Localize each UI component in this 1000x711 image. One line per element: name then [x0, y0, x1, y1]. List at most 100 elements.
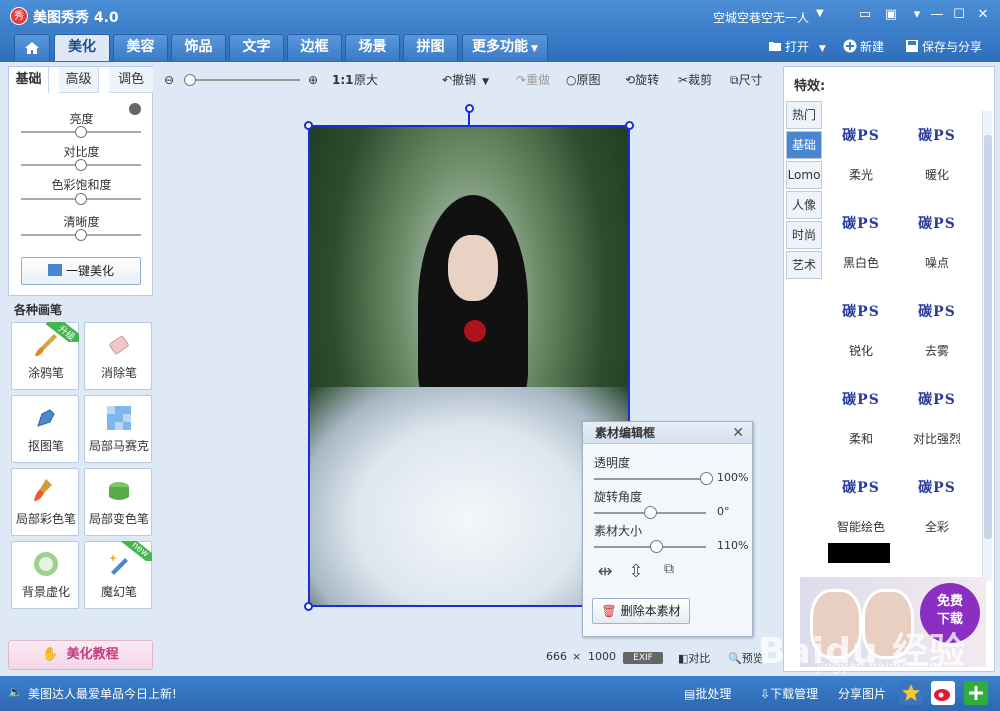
ratio-button[interactable]: 1:1 [332, 72, 354, 88]
maximize-icon[interactable]: ☐ [950, 6, 968, 24]
flip-vertical-icon[interactable]: ⇳ [625, 561, 647, 583]
flip-horizontal-icon[interactable]: ⇹ [594, 561, 616, 583]
user-menu-arrow-icon[interactable]: ▼ [816, 8, 824, 19]
copy-material-icon[interactable]: ⧉ [658, 561, 680, 583]
effect-smart-color[interactable]: 碳PS 智能绘色 [828, 459, 894, 539]
exif-button[interactable]: EXIF [623, 652, 663, 664]
tab-beautify[interactable]: 美化 [54, 34, 110, 61]
category-hot[interactable]: 热门 [786, 101, 822, 129]
close-icon[interactable]: ✕ [732, 425, 744, 441]
tab-more-label: 更多功能 [472, 39, 529, 55]
brush-eraser[interactable]: 消除笔 [84, 322, 152, 390]
star-icon[interactable] [899, 681, 923, 705]
subtab-basic[interactable]: 基础 [9, 67, 49, 93]
tab-text[interactable]: 文字 [229, 34, 284, 61]
share-image-button[interactable]: 分享图片 [838, 685, 886, 702]
close-icon[interactable]: ✕ [974, 6, 992, 24]
undo-button[interactable]: ↶撤销 ▼ [442, 72, 489, 88]
effect-full-color[interactable]: 碳PS 全彩 [904, 459, 970, 539]
resize-handle-tr[interactable] [625, 121, 634, 130]
tab-more[interactable]: 更多功能 ▼ [462, 34, 548, 61]
redo-button[interactable]: ↷重做 [516, 72, 550, 88]
effect-soft[interactable]: 碳PS 柔和 [828, 371, 894, 451]
open-button[interactable]: 打开 ▼ [768, 38, 826, 56]
brightness-knob[interactable] [75, 126, 87, 138]
effect-warm[interactable]: 碳PS 暖化 [904, 107, 970, 187]
compare-button[interactable]: ◧对比 [678, 650, 710, 666]
resize-handle-tl[interactable] [304, 121, 313, 130]
effect-noise[interactable]: 碳PS 噪点 [904, 195, 970, 275]
add-icon[interactable] [964, 681, 988, 705]
effect-soft-light[interactable]: 碳PS 柔光 [828, 107, 894, 187]
effect-black-white[interactable]: 碳PS 黑白色 [828, 195, 894, 275]
category-basic[interactable]: 基础 [786, 131, 822, 159]
saturation-knob[interactable] [75, 193, 87, 205]
contrast-knob[interactable] [75, 159, 87, 171]
menu-icon[interactable]: ▾ [908, 6, 926, 24]
effects-scrollbar[interactable] [982, 111, 992, 581]
brush-mosaic[interactable]: 局部马赛克 [84, 395, 152, 463]
new-button[interactable]: 新建 [843, 38, 884, 56]
feedback-icon[interactable]: ▭ [856, 6, 874, 24]
skin-icon[interactable]: ▣ [882, 6, 900, 24]
saturation-slider[interactable] [21, 193, 141, 205]
effect-high-contrast[interactable]: 碳PS 对比强烈 [904, 371, 970, 451]
original-size-button[interactable]: 原大 [354, 72, 378, 88]
category-art[interactable]: 艺术 [786, 251, 822, 279]
original-button[interactable]: ○原图 [566, 72, 601, 88]
zoom-out-icon[interactable]: ⊖ [164, 72, 174, 88]
subtab-advanced[interactable]: 高级 [59, 67, 99, 93]
zoom-in-icon[interactable]: ⊕ [308, 72, 318, 88]
size-button[interactable]: ⧉尺寸 [730, 72, 763, 88]
rotate-handle[interactable] [465, 104, 474, 113]
zoom-slider[interactable] [184, 74, 300, 86]
undo-arrow-icon[interactable]: ▼ [482, 77, 489, 87]
scrollbar-thumb[interactable] [984, 135, 992, 539]
tab-face[interactable]: 美容 [113, 34, 168, 61]
download-manager-button[interactable]: ⇩下载管理 [760, 685, 818, 702]
brush-doodle[interactable]: 升级 涂鸦笔 [11, 322, 79, 390]
subtab-tone[interactable]: 调色 [109, 67, 153, 93]
category-fashion[interactable]: 时尚 [786, 221, 822, 249]
brush-background-blur[interactable]: 背景虚化 [11, 541, 79, 609]
contrast-slider[interactable] [21, 159, 141, 171]
home-tab[interactable] [14, 34, 50, 61]
minimize-icon[interactable]: — [928, 6, 946, 24]
one-key-beautify-button[interactable]: 一键美化 [21, 257, 141, 285]
user-name[interactable]: 空城空巷空无一人 [713, 9, 809, 26]
weibo-icon[interactable] [931, 681, 955, 705]
rotation-slider[interactable] [594, 506, 706, 519]
size-slider[interactable] [594, 540, 706, 553]
zoom-knob[interactable] [184, 74, 196, 86]
paint-brush-icon [34, 479, 52, 501]
rotation-knob[interactable] [644, 506, 657, 519]
opacity-slider[interactable] [594, 472, 713, 485]
effect-dehaze[interactable]: 碳PS 去雾 [904, 283, 970, 363]
effect-sharpen[interactable]: 碳PS 锐化 [828, 283, 894, 363]
opacity-knob[interactable] [700, 472, 713, 485]
size-knob[interactable] [649, 540, 663, 553]
batch-button[interactable]: ▤批处理 [684, 685, 731, 702]
brush-cutout[interactable]: 抠图笔 [11, 395, 79, 463]
sharpness-knob[interactable] [75, 229, 87, 241]
sharpness-slider[interactable] [21, 229, 141, 241]
rotate-button[interactable]: ⟲旋转 [625, 72, 659, 88]
crop-button[interactable]: ✂裁剪 [678, 72, 712, 88]
news-ticker[interactable]: 美图达人最爱单品今日上新! [28, 685, 177, 702]
tab-border[interactable]: 边框 [287, 34, 342, 61]
tab-accessories[interactable]: 饰品 [171, 34, 226, 61]
tab-scene[interactable]: 场景 [345, 34, 400, 61]
resize-handle-bl[interactable] [304, 602, 313, 611]
save-button[interactable]: 保存与分享 [905, 38, 982, 56]
brightness-slider[interactable] [21, 126, 141, 138]
tutorial-button[interactable]: ✋ 美化教程 [8, 640, 153, 670]
brush-local-color[interactable]: 局部彩色笔 [11, 468, 79, 536]
brush-local-recolor[interactable]: 局部变色笔 [84, 468, 152, 536]
category-lomo[interactable]: Lomo [786, 161, 822, 189]
open-arrow-icon[interactable]: ▼ [819, 44, 826, 54]
brush-magic[interactable]: new 魔幻笔 [84, 541, 152, 609]
image-times: × [572, 650, 582, 663]
tab-collage[interactable]: 拼图 [403, 34, 458, 61]
delete-material-button[interactable]: 🗑 删除本素材 [592, 598, 690, 624]
category-portrait[interactable]: 人像 [786, 191, 822, 219]
